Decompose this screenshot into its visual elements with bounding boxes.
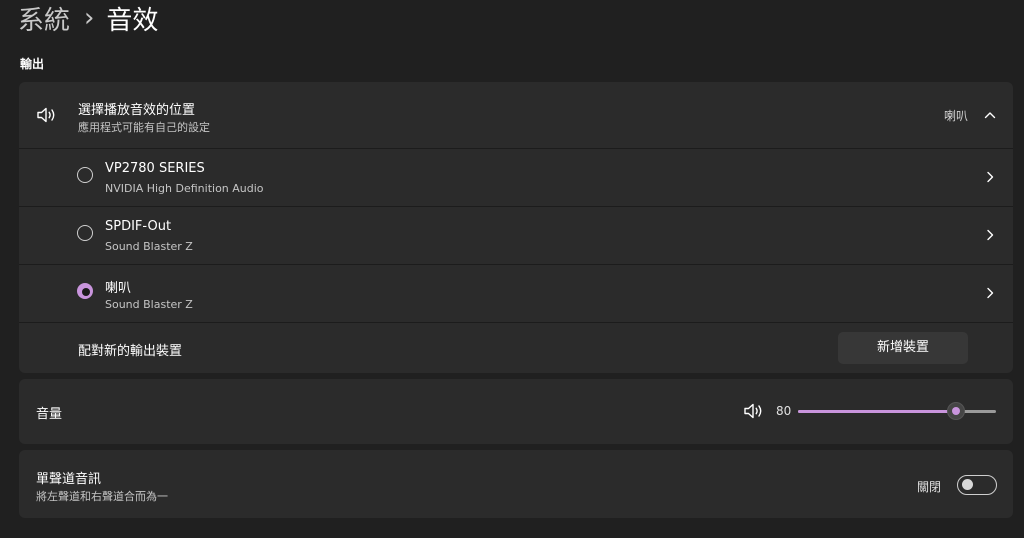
speaker-icon <box>37 107 55 123</box>
breadcrumb-separator: › <box>84 3 95 33</box>
device-name: 喇叭 <box>105 281 132 296</box>
output-device-selector-header[interactable]: 選擇播放音效的位置 應用程式可能有自己的設定 喇叭 <box>19 82 1013 148</box>
chevron-up-icon[interactable] <box>984 109 996 121</box>
page-title: 音效 <box>106 5 159 36</box>
chevron-right-icon[interactable] <box>984 229 996 241</box>
breadcrumb-parent-link[interactable]: 系統 <box>18 0 70 37</box>
device-name: SPDIF-Out <box>105 219 172 234</box>
output-card: 選擇播放音效的位置 應用程式可能有自己的設定 喇叭 VP2780 SERIES … <box>19 82 1013 373</box>
speaker-icon[interactable] <box>743 402 765 420</box>
output-selector-title: 選擇播放音效的位置 <box>78 103 196 118</box>
device-radio-button[interactable] <box>77 283 93 299</box>
volume-label: 音量 <box>36 407 63 422</box>
chevron-right-icon[interactable] <box>984 287 996 299</box>
mono-audio-subtitle: 將左聲道和右聲道合而為一 <box>36 490 168 503</box>
toggle-state-label: 關閉 <box>917 480 942 494</box>
output-device-row[interactable]: 喇叭 Sound Blaster Z <box>19 265 1013 322</box>
device-driver: Sound Blaster Z <box>105 240 193 253</box>
device-driver: NVIDIA High Definition Audio <box>105 182 264 195</box>
output-section-label: 輸出 <box>20 57 45 71</box>
volume-value: 80 <box>776 404 792 418</box>
output-selector-subtitle: 應用程式可能有自己的設定 <box>78 121 210 134</box>
pair-output-device-row: 配對新的輸出裝置 新增裝置 <box>19 323 1013 373</box>
mono-audio-toggle[interactable] <box>957 475 997 495</box>
mono-audio-card: 單聲道音訊 將左聲道和右聲道合而為一 關閉 <box>19 450 1013 518</box>
device-name: VP2780 SERIES <box>105 161 205 176</box>
volume-card: 音量 80 <box>19 379 1013 444</box>
device-radio-button[interactable] <box>77 225 93 241</box>
chevron-right-icon[interactable] <box>984 171 996 183</box>
slider-thumb[interactable] <box>947 402 965 420</box>
current-output-device: 喇叭 <box>943 109 968 123</box>
toggle-knob <box>962 479 973 490</box>
breadcrumb: 系統 › 音效 <box>18 0 158 36</box>
device-radio-button[interactable] <box>77 167 93 183</box>
slider-fill <box>798 410 956 413</box>
add-device-button[interactable]: 新增裝置 <box>838 332 968 364</box>
pair-device-label: 配對新的輸出裝置 <box>78 344 183 359</box>
device-driver: Sound Blaster Z <box>105 298 193 311</box>
mono-audio-title: 單聲道音訊 <box>36 472 102 487</box>
volume-slider[interactable] <box>798 401 996 421</box>
output-device-row[interactable]: VP2780 SERIES NVIDIA High Definition Aud… <box>19 149 1013 206</box>
output-device-row[interactable]: SPDIF-Out Sound Blaster Z <box>19 207 1013 264</box>
